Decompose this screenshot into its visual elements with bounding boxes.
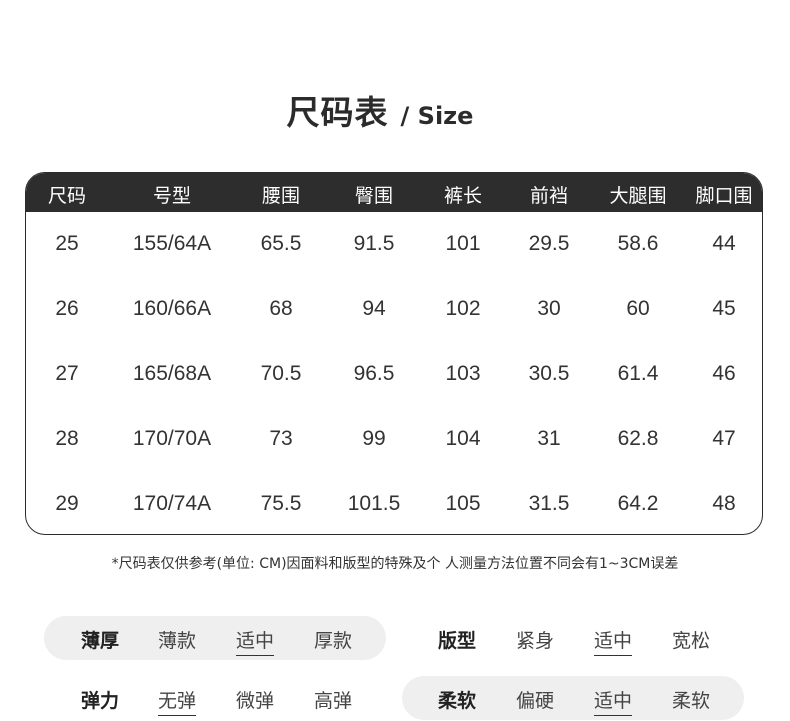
table-cell: 27: [55, 362, 79, 385]
table-cell: 25: [55, 232, 79, 255]
table-cell: 62.8: [617, 427, 659, 450]
table-cell: 45: [712, 297, 736, 320]
header-cell: 大腿围: [609, 185, 667, 207]
title-en: / Size: [400, 102, 474, 130]
table-cell: 26: [55, 297, 79, 320]
size-table: 尺码 号型 腰围 臀围 裤长 前裆 大腿围 脚口围 25 155/64A 65.…: [25, 172, 763, 535]
thickness-group: 薄厚 薄款 适中 厚款: [44, 616, 386, 660]
table-row: 29 170/74A 75.5 101.5 105 31.5 64.2 48: [26, 472, 762, 534]
elasticity-option-slight: 微弹: [235, 690, 275, 712]
softness-option-stiff: 偏硬: [515, 690, 555, 712]
header-cell: 尺码: [47, 185, 87, 207]
thickness-option-thin: 薄款: [157, 630, 197, 652]
table-cell: 101: [445, 232, 481, 255]
elasticity-group: 弹力 无弹 微弹 高弹: [44, 676, 386, 720]
table-cell: 99: [362, 427, 386, 450]
thickness-option-thick: 厚款: [313, 630, 353, 652]
table-cell: 29: [55, 492, 79, 515]
header-cell: 裤长: [443, 185, 483, 207]
table-cell: 104: [445, 427, 481, 450]
table-cell: 103: [445, 362, 481, 385]
thickness-option-medium: 适中: [235, 626, 275, 656]
softness-label: 柔软: [437, 690, 477, 712]
page-title: 尺码表 / Size: [0, 86, 760, 134]
table-cell: 105: [445, 492, 481, 515]
elasticity-option-high: 高弹: [313, 690, 353, 712]
fit-option-loose: 宽松: [671, 630, 711, 652]
fit-option-regular: 适中: [593, 626, 633, 656]
table-cell: 91.5: [353, 232, 395, 255]
table-cell: 170/74A: [132, 492, 212, 515]
header-cell: 腰围: [261, 185, 301, 207]
table-cell: 94: [362, 297, 386, 320]
table-row: 25 155/64A 65.5 91.5 101 29.5 58.6 44: [26, 212, 762, 277]
fit-group: 版型 紧身 适中 宽松: [400, 616, 750, 660]
softness-option-medium: 适中: [593, 686, 633, 716]
table-cell: 68: [269, 297, 293, 320]
table-cell: 47: [712, 427, 736, 450]
table-cell: 70.5: [260, 362, 302, 385]
fit-option-slim: 紧身: [515, 630, 555, 652]
table-row: 28 170/70A 73 99 104 31 62.8 47: [26, 407, 762, 472]
table-cell: 60: [626, 297, 650, 320]
header-cell: 脚口围: [695, 185, 753, 207]
softness-group: 柔软 偏硬 适中 柔软: [402, 676, 744, 720]
header-cell: 前裆: [529, 185, 569, 207]
header-cell: 臀围: [354, 185, 394, 207]
table-cell: 75.5: [260, 492, 302, 515]
table-cell: 44: [712, 232, 736, 255]
table-cell: 73: [269, 427, 293, 450]
table-cell: 165/68A: [132, 362, 212, 385]
elasticity-option-none: 无弹: [157, 686, 197, 716]
table-cell: 46: [712, 362, 736, 385]
table-cell: 58.6: [617, 232, 659, 255]
table-cell: 160/66A: [132, 297, 212, 320]
table-row: 27 165/68A 70.5 96.5 103 30.5 61.4 46: [26, 342, 762, 407]
title-cn: 尺码表: [286, 93, 389, 132]
table-cell: 30.5: [528, 362, 570, 385]
fit-label: 版型: [437, 630, 477, 652]
thickness-label: 薄厚: [80, 630, 120, 652]
table-cell: 48: [712, 492, 736, 515]
table-cell: 31.5: [528, 492, 570, 515]
table-cell: 64.2: [617, 492, 659, 515]
table-cell: 65.5: [260, 232, 302, 255]
table-cell: 31: [537, 427, 561, 450]
table-cell: 101.5: [347, 492, 401, 515]
table-cell: 155/64A: [132, 232, 212, 255]
table-cell: 102: [445, 297, 481, 320]
table-cell: 170/70A: [132, 427, 212, 450]
table-row: 26 160/66A 68 94 102 30 60 45: [26, 277, 762, 342]
table-cell: 61.4: [617, 362, 659, 385]
table-cell: 29.5: [528, 232, 570, 255]
header-cell: 号型: [152, 185, 192, 207]
table-cell: 96.5: [353, 362, 395, 385]
table-cell: 30: [537, 297, 561, 320]
softness-option-soft: 柔软: [671, 690, 711, 712]
table-header: 尺码 号型 腰围 臀围 裤长 前裆 大腿围 脚口围: [26, 173, 762, 212]
size-note: *尺码表仅供参考(单位: CM)因面料和版型的特殊及个 人测量方法位置不同会有1…: [111, 556, 679, 572]
elasticity-label: 弹力: [80, 690, 120, 712]
table-cell: 28: [55, 427, 79, 450]
